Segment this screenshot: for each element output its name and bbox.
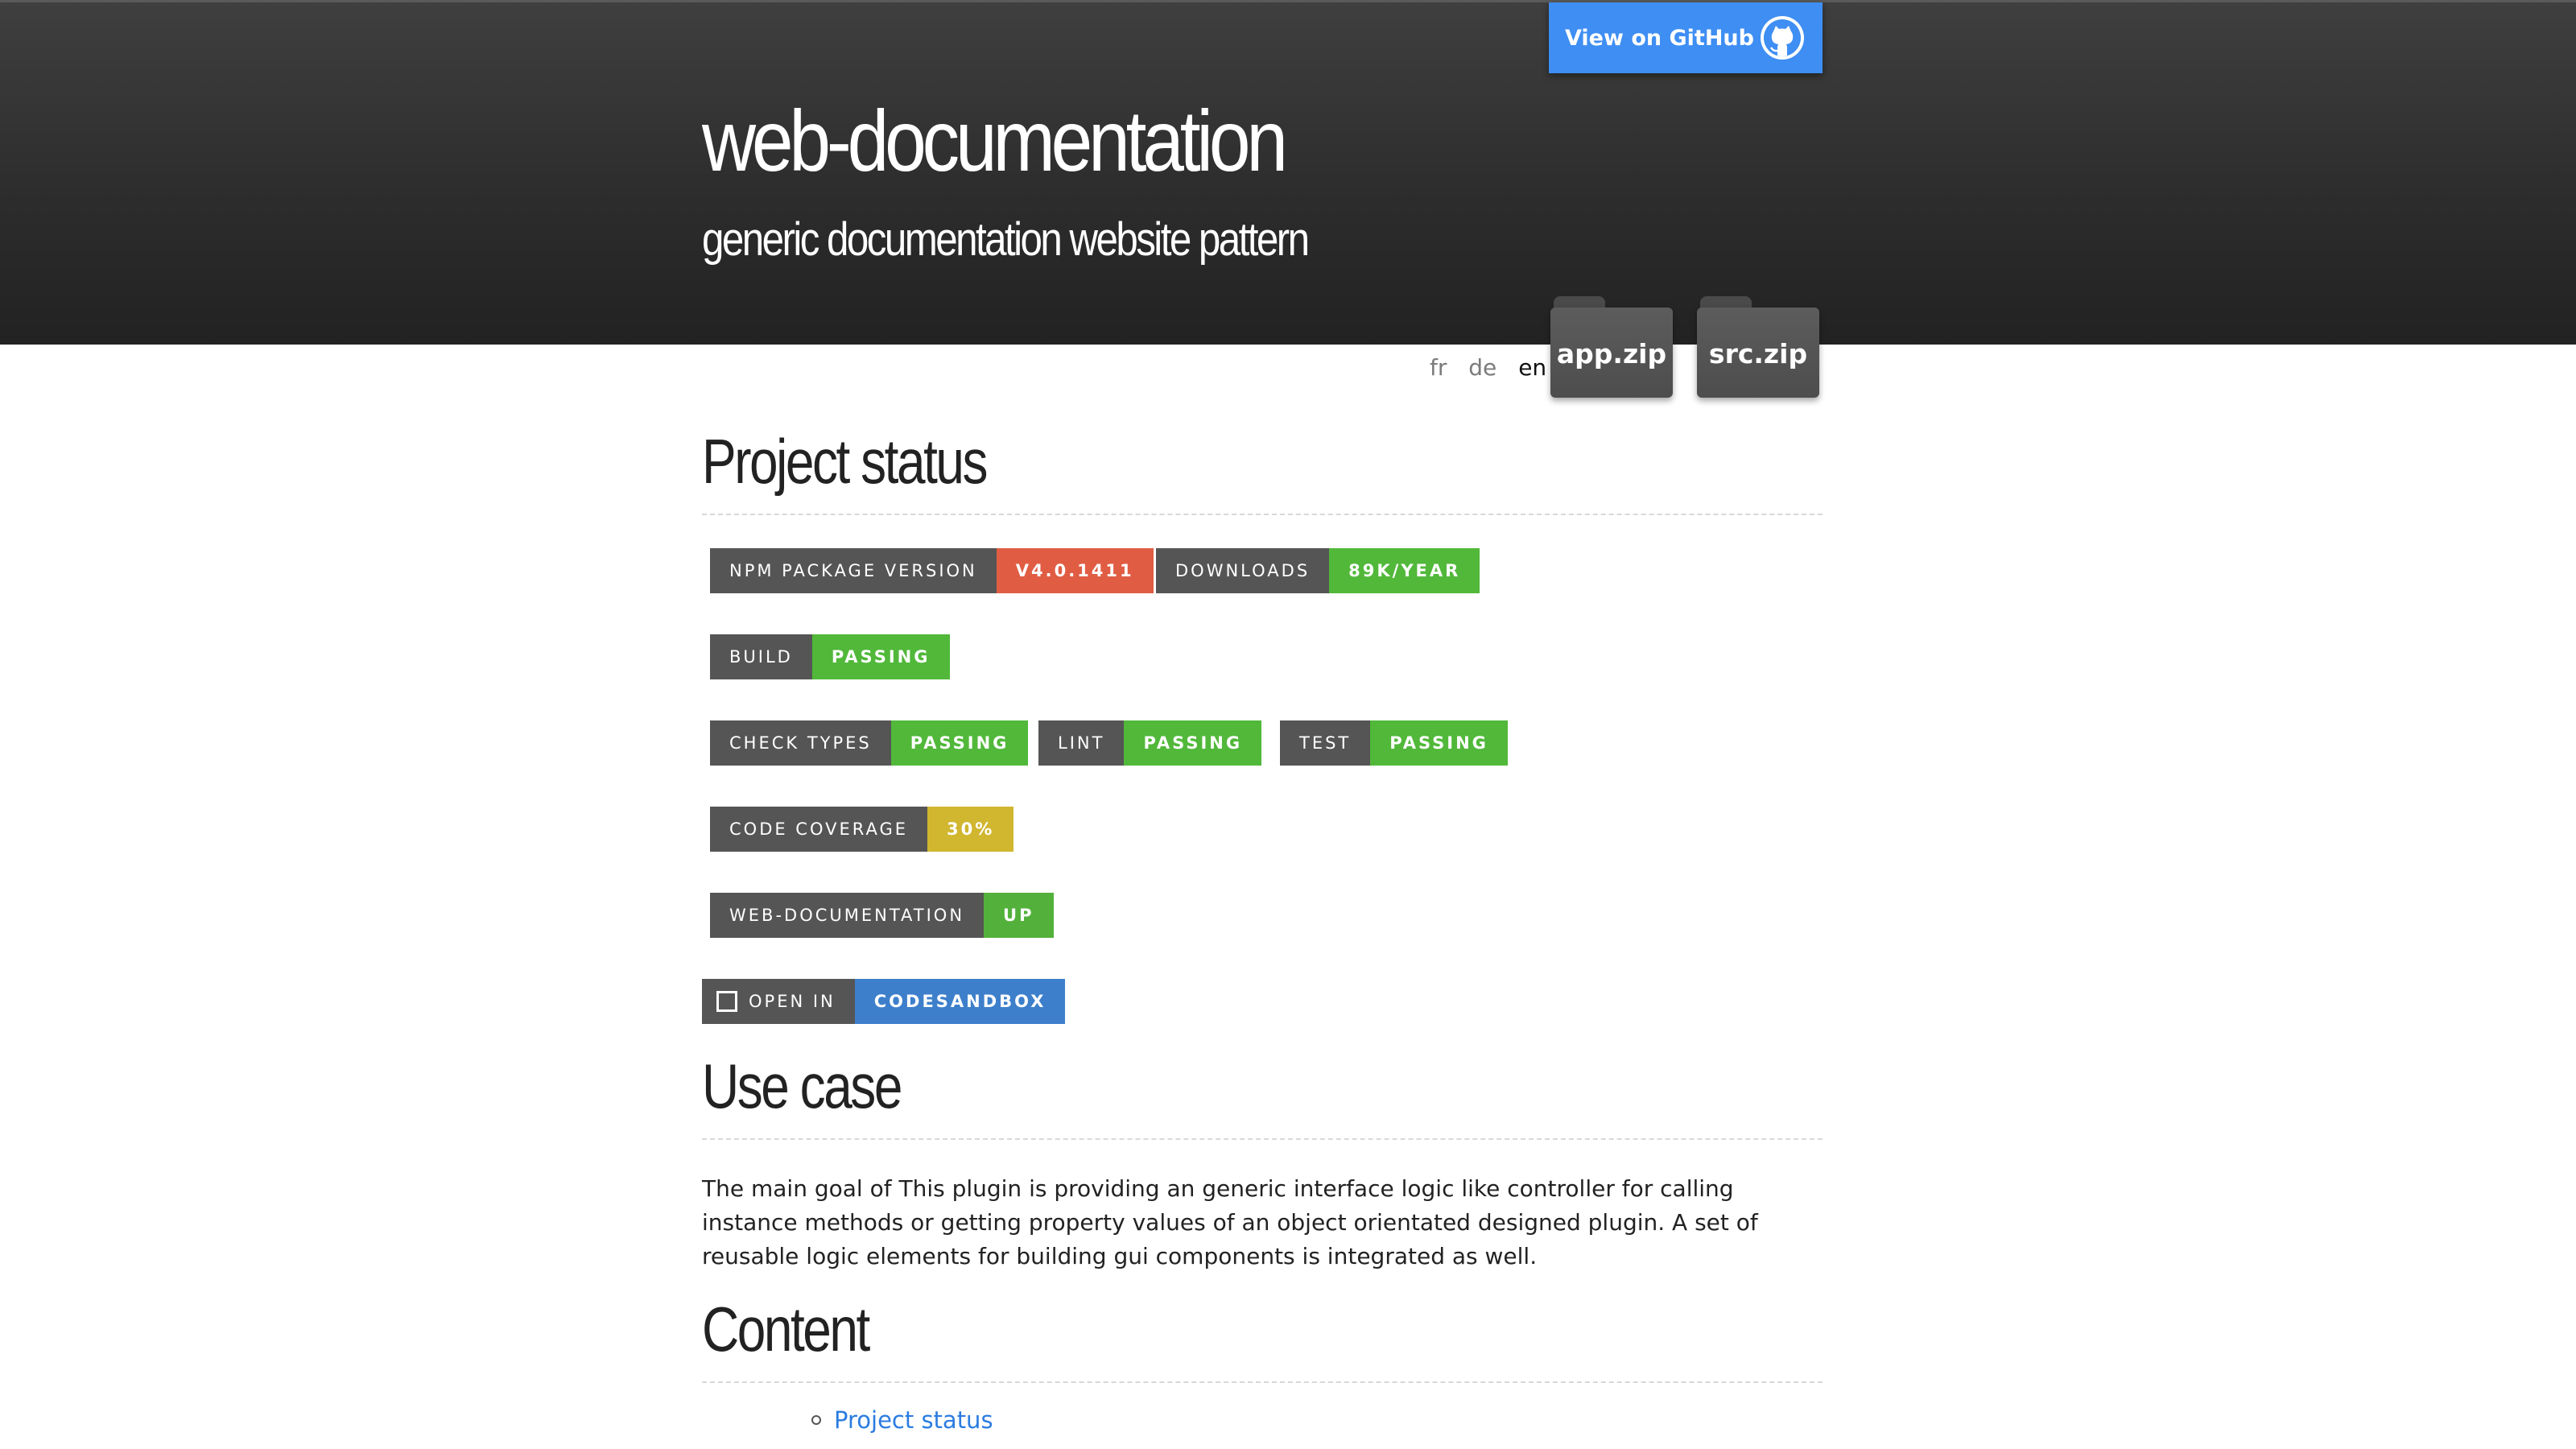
badge-value: 30% <box>927 807 1014 852</box>
content-heading: Content <box>702 1294 870 1364</box>
lang-fr-link[interactable]: fr <box>1430 354 1447 381</box>
site-title: web-documentation <box>702 92 1288 189</box>
badge-label: npm package version <box>710 548 997 593</box>
code-coverage-badge[interactable]: code coverage 30% <box>710 807 1014 852</box>
project-status-heading: Project status <box>702 426 989 497</box>
badge-value: 89k/year <box>1329 548 1480 593</box>
table-of-contents: Project status <box>811 1402 993 1438</box>
codesandbox-icon <box>716 991 737 1012</box>
use-case-paragraph: The main goal of This plugin is providin… <box>702 1175 1758 1269</box>
badge-label: check types <box>710 720 891 766</box>
github-icon <box>1761 16 1804 60</box>
open-in-codesandbox-badge[interactable]: Open in CodeSandbox <box>702 979 1066 1024</box>
lang-de-link[interactable]: de <box>1468 354 1496 381</box>
badge-label: Open in <box>749 992 836 1011</box>
badge-value: CodeSandbox <box>854 979 1066 1024</box>
badge-value: passing <box>1370 720 1508 766</box>
badge-label: lint <box>1038 720 1125 766</box>
section-divider <box>702 1138 1823 1140</box>
toc-item: Project status <box>811 1402 993 1438</box>
language-switch: fr de en <box>1430 354 1561 381</box>
site-header: web-documentation generic documentation … <box>0 0 2576 345</box>
badge-value: passing <box>811 634 950 679</box>
badge-value: passing <box>1124 720 1262 766</box>
badge-label: build <box>710 634 812 679</box>
view-on-github-button[interactable]: View on GitHub <box>1549 2 1823 73</box>
badge-value: v4.0.1411 <box>996 548 1154 593</box>
test-badge[interactable]: test passing <box>1280 720 1508 766</box>
use-case-heading: Use case <box>702 1051 902 1121</box>
build-badge[interactable]: build passing <box>710 634 950 679</box>
github-button-label: View on GitHub <box>1565 25 1754 51</box>
lang-en-link[interactable]: en <box>1518 354 1546 381</box>
download-label: src.zip <box>1708 338 1808 369</box>
toc-link-project-status[interactable]: Project status <box>834 1406 993 1434</box>
section-divider <box>702 514 1823 515</box>
lint-badge[interactable]: lint passing <box>1038 720 1262 766</box>
downloads-badge[interactable]: downloads 89k/year <box>1156 548 1480 593</box>
badge-label: downloads <box>1156 548 1330 593</box>
download-label: app.zip <box>1556 338 1667 369</box>
npm-version-badge[interactable]: npm package version v4.0.1411 <box>710 548 1154 593</box>
badge-label: test <box>1280 720 1371 766</box>
badge-label: code coverage <box>710 807 928 852</box>
bullet-icon <box>811 1415 821 1425</box>
download-app-zip-button[interactable]: app.zip <box>1550 296 1673 398</box>
badge-label: web-documentation <box>710 893 985 938</box>
site-subtitle: generic documentation website pattern <box>702 213 1310 266</box>
section-divider <box>702 1381 1823 1383</box>
badge-value: passing <box>890 720 1029 766</box>
download-src-zip-button[interactable]: src.zip <box>1697 296 1819 398</box>
badge-value: up <box>984 893 1054 938</box>
web-documentation-status-badge[interactable]: web-documentation up <box>710 893 1054 938</box>
check-types-badge[interactable]: check types passing <box>710 720 1029 766</box>
